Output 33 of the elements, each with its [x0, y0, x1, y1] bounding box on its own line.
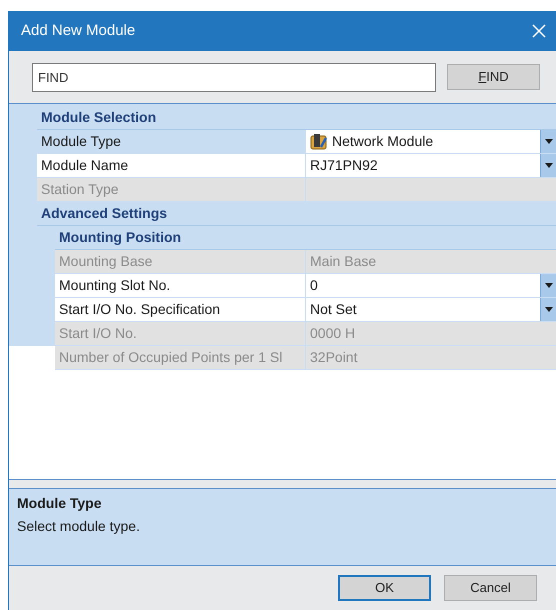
- description-text: Select module type.: [17, 517, 141, 536]
- search-field[interactable]: FIND: [32, 62, 436, 92]
- caret-icon: [544, 307, 552, 312]
- dropdown-button[interactable]: [540, 274, 556, 297]
- property-label: Start I/O No. Specification: [55, 298, 306, 321]
- property-value[interactable]: Network Module: [306, 130, 556, 153]
- section-header[interactable]: Mounting Position: [55, 227, 182, 248]
- property-label: Start I/O No.: [55, 322, 306, 345]
- property-label: Station Type: [37, 178, 306, 201]
- section-header[interactable]: Advanced Settings: [37, 203, 168, 224]
- property-value: 32Point: [306, 346, 556, 369]
- property-value[interactable]: 0: [306, 274, 556, 297]
- caret-icon: [544, 139, 552, 144]
- property-value: Main Base: [306, 250, 556, 273]
- property-value: 0000 H: [306, 322, 556, 345]
- property-label: Number of Occupied Points per 1 Sl: [55, 346, 306, 369]
- close-icon[interactable]: [532, 24, 546, 38]
- property-value[interactable]: RJ71PN92: [306, 154, 556, 177]
- dropdown-button[interactable]: [540, 130, 556, 153]
- dropdown-button[interactable]: [540, 154, 556, 177]
- property-label: Module Name: [37, 154, 306, 177]
- caret-icon: [544, 163, 552, 168]
- property-label: Mounting Base: [55, 250, 306, 273]
- section-header[interactable]: Module Selection: [37, 107, 156, 128]
- property-value[interactable]: Not Set: [306, 298, 556, 321]
- description-title: Module Type: [17, 494, 103, 513]
- caret-icon: [544, 283, 552, 288]
- dialog-button[interactable]: OK: [338, 575, 431, 601]
- property-label: Mounting Slot No.: [55, 274, 306, 297]
- dialog-button[interactable]: Cancel: [444, 575, 537, 601]
- window-title: Add New Module: [21, 20, 136, 41]
- dropdown-button[interactable]: [540, 298, 556, 321]
- find-button[interactable]: FIND: [447, 64, 540, 90]
